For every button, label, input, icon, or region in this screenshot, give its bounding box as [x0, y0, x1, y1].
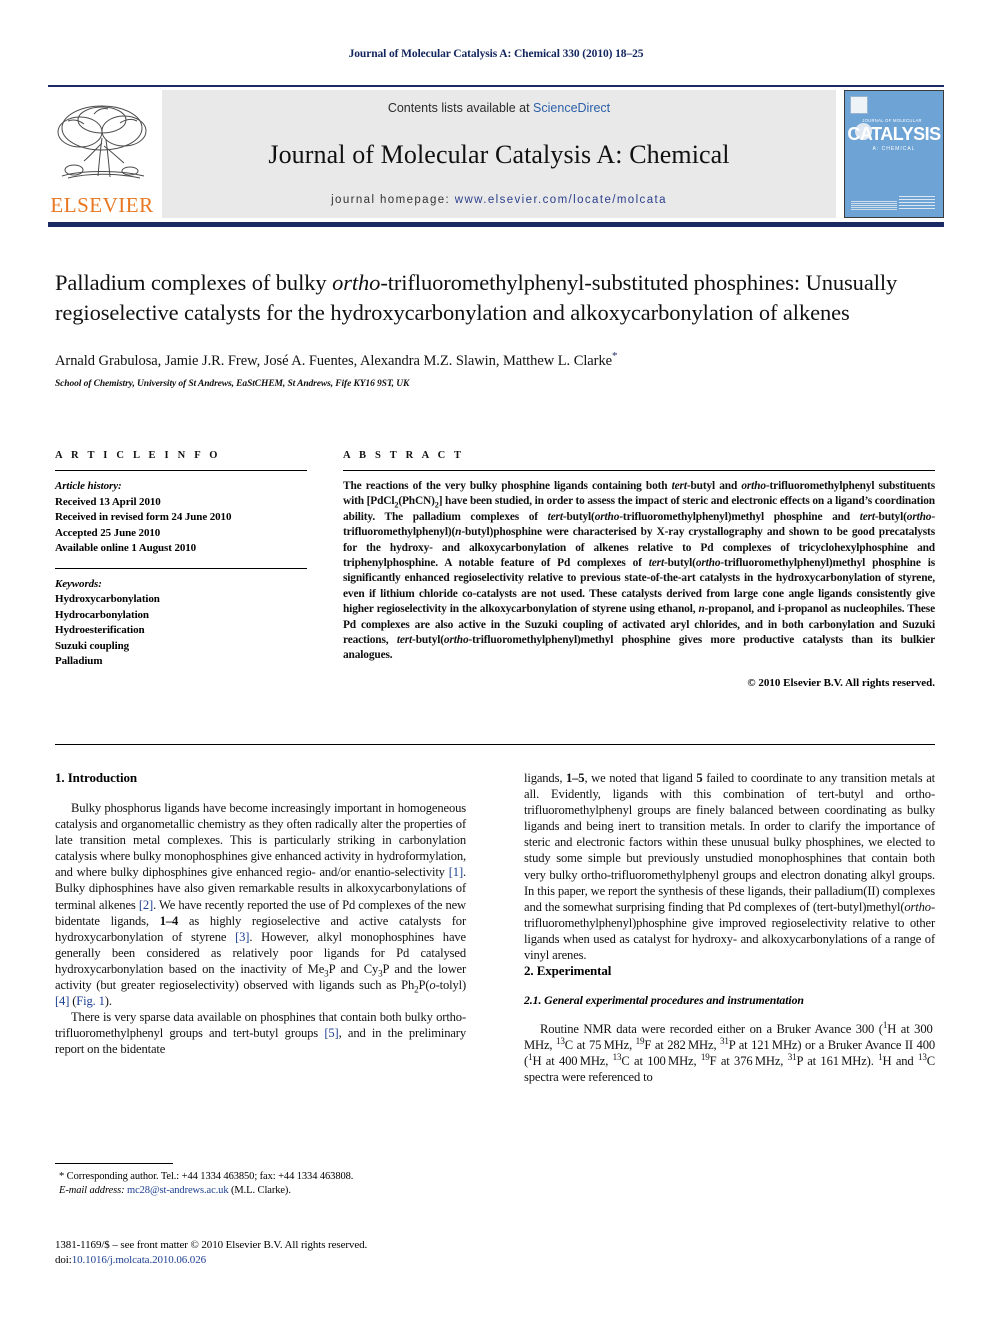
intro-paragraph-3: ligands, 1–5, we noted that ligand 5 fai…	[524, 771, 935, 963]
cover-footer-left-decoration	[851, 201, 897, 210]
homepage-url-link[interactable]: www.elsevier.com/locate/molcata	[455, 194, 667, 206]
copyright-line: © 2010 Elsevier B.V. All rights reserved…	[747, 676, 935, 689]
title-block: Palladium complexes of bulky ortho-trifl…	[55, 268, 935, 389]
abstract-rule	[343, 470, 935, 471]
subsection-heading-general-procedures: 2.1. General experimental procedures and…	[524, 993, 804, 1008]
experimental-paragraph-1: Routine NMR data were recorded either on…	[524, 1019, 935, 1085]
history-item: Accepted 25 June 2010	[55, 526, 161, 539]
abstract-text: The reactions of the very bulky phosphin…	[343, 480, 936, 662]
sciencedirect-link[interactable]: ScienceDirect	[533, 101, 610, 115]
journal-title: Journal of Molecular Catalysis A: Chemic…	[268, 139, 730, 169]
section-heading-experimental: 2. Experimental	[524, 963, 612, 979]
email-owner: (M.L. Clarke).	[231, 1185, 291, 1196]
email-label: E-mail address:	[59, 1185, 125, 1196]
masthead-center: Contents lists available at ScienceDirec…	[162, 90, 836, 218]
abstract-heading: A B S T R A C T	[343, 450, 465, 461]
column-gap	[307, 450, 343, 689]
masthead-bottom-rule	[48, 222, 944, 227]
body-column-left: 1. Introduction Bulky phosphorus ligands…	[55, 770, 466, 1086]
email-link[interactable]: mc28@st-andrews.ac.uk	[127, 1185, 229, 1196]
affiliation: School of Chemistry, University of St An…	[55, 378, 410, 389]
info-abstract-block: A R T I C L E I N F O Article history: R…	[55, 450, 935, 689]
paper-page: Journal of Molecular Catalysis A: Chemic…	[0, 0, 992, 1323]
elsevier-logo: ELSEVIER	[48, 90, 156, 218]
history-item: Received 13 April 2010	[55, 495, 161, 508]
cover-subtitle: A: CHEMICAL	[872, 146, 916, 152]
article-info-heading: A R T I C L E I N F O	[55, 450, 221, 461]
body-column-right: ligands, 1–5, we noted that ligand 5 fai…	[524, 770, 935, 1086]
cover-kicker-text: JOURNAL OF MOLECULAR	[862, 118, 922, 123]
homepage-prefix: journal homepage:	[331, 194, 455, 206]
cover-main-title: CATALYSIS	[847, 124, 941, 144]
contents-available-line: Contents lists available at ScienceDirec…	[388, 101, 610, 115]
elsevier-tree-icon	[57, 105, 147, 179]
issn-line: 1381-1169/$ – see front matter © 2010 El…	[55, 1239, 368, 1251]
masthead-top-rule	[48, 85, 944, 87]
intro-paragraph-1: Bulky phosphorus ligands have become inc…	[55, 801, 467, 1009]
keywords-rule	[55, 567, 307, 569]
doi-link[interactable]: 10.1016/j.molcata.2010.06.026	[72, 1254, 206, 1266]
intro-paragraph-2: There is very sparse data available on p…	[55, 1010, 466, 1057]
history-item: Received in revised form 24 June 2010	[55, 511, 232, 523]
corresponding-author-note: * Corresponding author. Tel.: +44 1334 4…	[59, 1171, 354, 1182]
cover-elsevier-logo-icon	[850, 96, 868, 114]
issn-doi-block: 1381-1169/$ – see front matter © 2010 El…	[55, 1238, 525, 1268]
author-names: Arnald Grabulosa, Jamie J.R. Frew, José …	[55, 352, 613, 369]
email-note: E-mail address: mc28@st-andrews.ac.uk (M…	[55, 1184, 466, 1198]
journal-masthead: ELSEVIER Contents lists available at Sci…	[48, 85, 944, 227]
history-item: Available online 1 August 2010	[55, 542, 197, 554]
keyword-item: Hydroesterification	[55, 624, 145, 636]
keywords-label: Keywords:	[55, 577, 102, 590]
article-history-label: Article history:	[55, 480, 122, 492]
journal-homepage-line: journal homepage: www.elsevier.com/locat…	[331, 194, 667, 206]
doi-label: doi:	[55, 1254, 72, 1266]
author-list: Arnald Grabulosa, Jamie J.R. Frew, José …	[55, 350, 935, 370]
corresponding-author-marker: *	[612, 350, 618, 362]
contents-prefix: Contents lists available at	[387, 101, 534, 115]
section-heading-introduction: 1. Introduction	[55, 770, 138, 785]
footnote-rule	[55, 1163, 173, 1164]
cover-footer-right-decoration	[899, 196, 935, 209]
article-info-column: A R T I C L E I N F O Article history: R…	[55, 450, 307, 689]
doi-line: doi:10.1016/j.molcata.2010.06.026	[55, 1253, 525, 1268]
abstract-column: A B S T R A C T The reactions of the ver…	[343, 450, 935, 689]
article-info-rule	[55, 470, 307, 471]
keyword-item: Hydrocarbonylation	[55, 608, 149, 621]
elsevier-wordmark: ELSEVIER	[50, 193, 154, 217]
keyword-item: Suzuki coupling	[55, 639, 130, 652]
journal-cover-thumbnail[interactable]: JOURNAL OF MOLECULAR CATALYSIS A: CHEMIC…	[844, 90, 944, 218]
keyword-item: Palladium	[55, 655, 103, 667]
page-title: Palladium complexes of bulky ortho-trifl…	[55, 270, 898, 325]
body-columns: 1. Introduction Bulky phosphorus ligands…	[55, 770, 935, 1086]
body-column-gap	[466, 770, 524, 1086]
footnote-block: * Corresponding author. Tel.: +44 1334 4…	[55, 1163, 466, 1198]
running-head: Journal of Molecular Catalysis A: Chemic…	[348, 48, 644, 60]
body-divider-rule	[55, 744, 935, 745]
keyword-item: Hydroxycarbonylation	[55, 593, 160, 605]
